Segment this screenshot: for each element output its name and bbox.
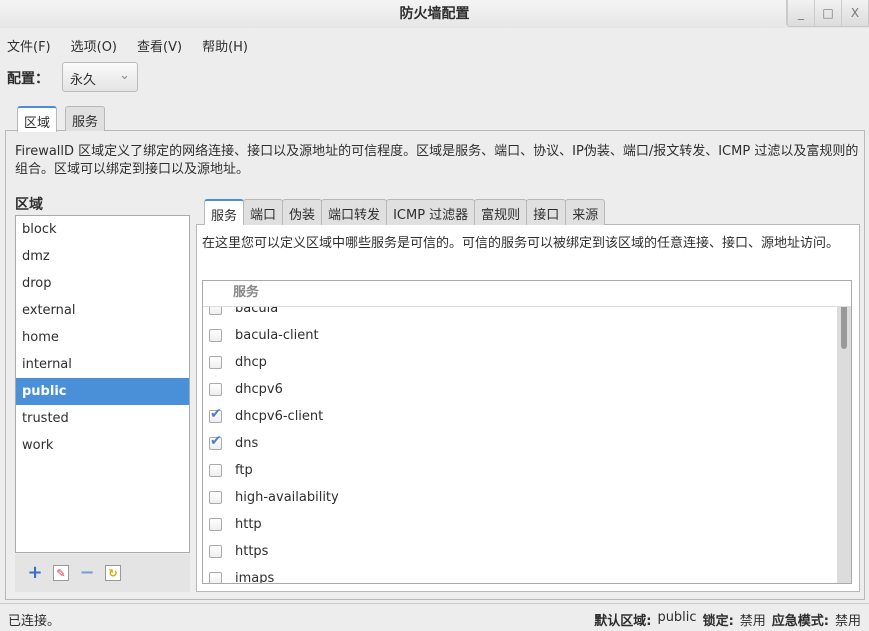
tab-ports[interactable]: 端口 (243, 199, 284, 225)
service-checkbox[interactable] (209, 518, 222, 531)
service-name: bacula-client (235, 328, 319, 343)
panic-value: 禁用 (834, 614, 861, 629)
service-name: high-availability (235, 490, 339, 505)
zone-list-label: 区域 (15, 197, 43, 213)
minimize-button[interactable]: _ (787, 0, 814, 26)
zone-item[interactable]: internal (16, 351, 189, 378)
window-title: 防火墙配置 (399, 6, 470, 22)
service-row[interactable]: http (203, 511, 851, 538)
service-name: dhcpv6 (235, 382, 283, 397)
default-zone-label: 默认区域: (594, 614, 652, 629)
zone-settings-tabs: 服务 端口 伪装 端口转发 ICMP 过滤器 富规则 接口 来源 (204, 199, 606, 225)
scrollbar[interactable] (837, 281, 851, 583)
service-row[interactable]: ftp (203, 457, 851, 484)
close-button[interactable]: X (841, 0, 868, 26)
status-bar: 已连接。 默认区域: public 锁定: 禁用 应急模式: 禁用 (0, 603, 869, 631)
panic-label: 应急模式: (771, 614, 829, 629)
services-column-header[interactable]: 服务 (203, 281, 851, 307)
service-checkbox[interactable] (209, 433, 222, 450)
zone-toolbar: + ✎ − ↻ (15, 554, 190, 592)
service-name: dhcp (235, 355, 267, 370)
service-checkbox[interactable] (209, 329, 222, 342)
title-bar: 防火墙配置 (0, 0, 869, 28)
remove-icon[interactable]: − (79, 564, 95, 582)
tab-zones[interactable]: 区域 (17, 106, 58, 132)
services-list[interactable]: 服务 baculabacula-clientdhcpdhcpv6dhcpv6-c… (202, 280, 852, 584)
zone-item-selected[interactable]: public (16, 378, 189, 405)
connection-status: 已连接。 (8, 614, 61, 629)
tab-rich-rules[interactable]: 富规则 (474, 199, 528, 225)
zone-item[interactable]: dmz (16, 243, 189, 270)
config-select[interactable]: 永久 ⌄ (62, 62, 138, 92)
zone-item[interactable]: external (16, 297, 189, 324)
default-zone-value: public (657, 610, 697, 625)
service-name: imaps (235, 571, 275, 584)
service-checkbox[interactable] (209, 491, 222, 504)
tab-masquerade[interactable]: 伪装 (282, 199, 323, 225)
menu-view[interactable]: 查看(V) (134, 34, 185, 57)
tab-icmp-filter[interactable]: ICMP 过滤器 (386, 199, 476, 225)
service-checkbox[interactable] (209, 356, 222, 369)
zone-item[interactable]: block (16, 216, 189, 243)
zone-list[interactable]: block dmz drop external home internal pu… (15, 215, 190, 553)
menu-help[interactable]: 帮助(H) (199, 34, 251, 57)
service-checkbox[interactable] (209, 464, 222, 477)
zone-item[interactable]: drop (16, 270, 189, 297)
service-name: dns (235, 436, 259, 451)
window-controls: _ □ X (786, 0, 869, 27)
config-label: 配置： (7, 71, 49, 87)
service-row[interactable]: high-availability (203, 484, 851, 511)
service-row[interactable]: dhcpv6-client (203, 403, 851, 430)
service-checkbox[interactable] (209, 383, 222, 396)
menu-bar: 文件(F) 选项(O) 查看(V) 帮助(H) (4, 34, 251, 57)
add-icon[interactable]: + (27, 564, 43, 582)
config-value: 永久 (70, 73, 97, 88)
maximize-button[interactable]: □ (814, 0, 841, 26)
service-checkbox[interactable] (209, 545, 222, 558)
service-name: http (235, 517, 262, 532)
service-name: https (235, 544, 269, 559)
services-description: 在这里您可以定义区域中哪些服务是可信的。可信的服务可以被绑定到该区域的任意连接、… (202, 236, 840, 251)
service-row[interactable]: dhcpv6 (203, 376, 851, 403)
service-row[interactable]: https (203, 538, 851, 565)
service-row[interactable]: dns (203, 430, 851, 457)
tab-interfaces[interactable]: 接口 (526, 199, 567, 225)
service-checkbox[interactable] (209, 572, 222, 583)
chevron-down-icon: ⌄ (119, 68, 130, 83)
service-row[interactable]: bacula-client (203, 322, 851, 349)
service-name: dhcpv6-client (235, 409, 324, 424)
service-checkbox[interactable] (209, 406, 222, 423)
zone-item[interactable]: work (16, 432, 189, 459)
lock-label: 锁定: (702, 614, 734, 629)
zone-item[interactable]: trusted (16, 405, 189, 432)
zone-description: FirewallD 区域定义了绑定的网络连接、接口以及源地址的可信程度。区域是服… (15, 144, 859, 177)
edit-icon[interactable]: ✎ (53, 565, 69, 581)
service-name: ftp (235, 463, 253, 478)
service-row[interactable]: dhcp (203, 349, 851, 376)
menu-file[interactable]: 文件(F) (4, 34, 54, 57)
zone-item[interactable]: home (16, 324, 189, 351)
load-defaults-icon[interactable]: ↻ (105, 565, 121, 581)
tab-services[interactable]: 服务 (65, 106, 106, 131)
lock-value: 禁用 (739, 614, 766, 629)
tab-port-forward[interactable]: 端口转发 (321, 199, 388, 225)
tab-services-inner[interactable]: 服务 (204, 199, 245, 225)
tab-sources[interactable]: 来源 (565, 199, 606, 225)
menu-options[interactable]: 选项(O) (68, 34, 120, 57)
service-row[interactable]: imaps (203, 565, 851, 584)
